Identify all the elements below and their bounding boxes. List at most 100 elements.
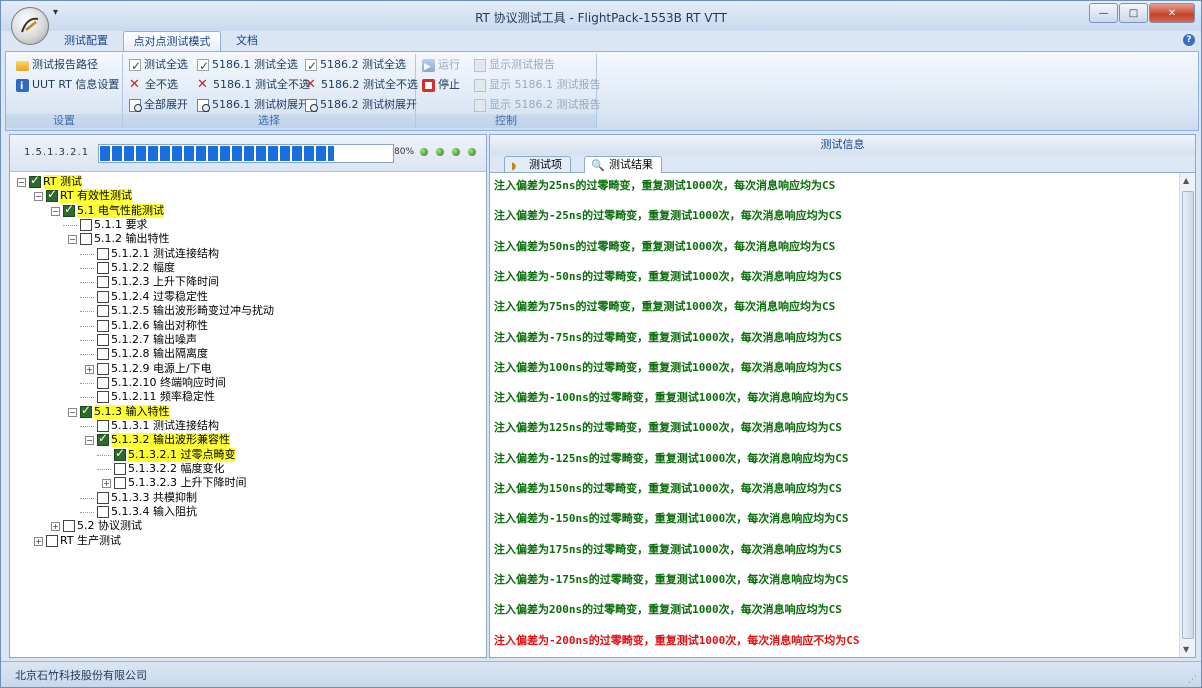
tree-checkbox[interactable]	[97, 276, 109, 289]
select-none-5186-1-button[interactable]: 5186.1 测试全不选	[197, 76, 310, 94]
expand-all-button[interactable]: 全部展开	[129, 96, 188, 114]
tree-checkbox[interactable]	[97, 506, 109, 519]
collapse-icon[interactable]: −	[85, 436, 94, 446]
tree-checkbox[interactable]	[80, 403, 92, 418]
collapse-icon[interactable]: −	[17, 178, 26, 187]
scroll-thumb[interactable]	[1182, 191, 1194, 639]
tree-checkbox[interactable]	[97, 305, 109, 318]
tree-checkbox[interactable]	[114, 446, 126, 461]
report-icon	[474, 98, 486, 112]
run-button[interactable]: 运行	[422, 56, 460, 76]
expand-5186-2-button[interactable]: 5186.2 测试树展开	[305, 96, 417, 114]
tree-checkbox[interactable]	[80, 219, 92, 232]
tree-node[interactable]: 5.1.3.1 测试连接结构	[97, 419, 219, 433]
tree-checkbox[interactable]	[114, 477, 126, 490]
tree-node[interactable]: 5.1.3.2.1 过零点畸变	[114, 446, 236, 462]
tree-node-label: 5.1.3.2.2 幅度变化	[128, 462, 225, 475]
tree-node[interactable]: 5.1.3.2.3 上升下降时间	[114, 476, 246, 490]
tree-node[interactable]: 5.1.2 输出特性	[80, 232, 170, 246]
stop-button[interactable]: 停止	[422, 76, 460, 94]
close-button[interactable]: ✕	[1149, 3, 1195, 23]
tree-checkbox[interactable]	[80, 233, 92, 246]
tree-checkbox[interactable]	[97, 262, 109, 275]
tree-node[interactable]: 5.1.2.1 测试连接结构	[97, 247, 219, 261]
tab-test-items[interactable]: ◗ 测试项	[504, 156, 571, 172]
scroll-down-icon[interactable]: ▼	[1183, 645, 1189, 654]
tree-node[interactable]: 5.1.2.6 输出对称性	[97, 319, 208, 333]
report-path-button[interactable]: 测试报告路径	[16, 56, 98, 74]
minimize-button[interactable]: —	[1089, 3, 1118, 23]
tree-checkbox[interactable]	[97, 362, 109, 375]
tree-node[interactable]: 5.1.2.8 输出隔离度	[97, 347, 208, 361]
tree-node[interactable]: 5.1.2.4 过零稳定性	[97, 290, 208, 304]
tree-node-label: 5.1.2.10 终端响应时间	[111, 375, 226, 389]
tree-checkbox[interactable]	[97, 348, 109, 361]
tree-checkbox[interactable]	[97, 247, 109, 260]
tree-checkbox[interactable]	[97, 319, 109, 332]
tree-node[interactable]: 5.1.3.2.2 幅度变化	[114, 462, 224, 476]
log-line: 注入偏差为75ns的过零畸变，重复测试1000次，每次消息响应均为CS	[494, 300, 836, 314]
select-none-5186-2-button[interactable]: 5186.2 测试全不选	[305, 76, 418, 94]
expand-icon[interactable]: +	[102, 479, 111, 489]
select-all-5186-1-button[interactable]: 5186.1 测试全选	[197, 56, 298, 75]
show-report-button[interactable]: 显示测试报告	[474, 56, 555, 74]
tree-node[interactable]: 5.1.3.4 输入阻抗	[97, 505, 197, 519]
tree-node[interactable]: RT 有效性测试	[46, 187, 133, 204]
tree-node-label: 5.1.2.4 过零稳定性	[111, 289, 208, 303]
expand-icon[interactable]: +	[85, 364, 94, 374]
tree-node[interactable]: 5.1.2.10 终端响应时间	[97, 376, 226, 390]
tab-p2p-mode[interactable]: 点对点测试模式	[123, 31, 221, 51]
tree-checkbox[interactable]	[97, 333, 109, 346]
tree-node[interactable]: RT 生产测试	[46, 534, 121, 548]
tree-connector	[80, 397, 94, 399]
tree-checkbox[interactable]	[29, 173, 41, 188]
tree-checkbox[interactable]	[63, 520, 75, 533]
app-menu-button[interactable]	[11, 7, 49, 45]
log-scrollbar[interactable]: ▲ ▼	[1179, 173, 1195, 657]
tree-node-label: 5.1.3.2.1 过零点畸变	[128, 447, 236, 462]
tree-checkbox[interactable]	[97, 376, 109, 389]
tree-node[interactable]: 5.1.3.3 共模抑制	[97, 491, 197, 505]
expand-icon[interactable]: +	[34, 536, 43, 546]
collapse-icon[interactable]: −	[68, 407, 77, 417]
maximize-button[interactable]: □	[1119, 3, 1148, 23]
resize-grip-icon[interactable]: ⋰	[1188, 675, 1197, 685]
scroll-up-icon[interactable]: ▲	[1183, 176, 1189, 185]
tree-checkbox[interactable]	[97, 431, 109, 447]
tree-checkbox[interactable]	[46, 187, 58, 203]
help-icon[interactable]: ?	[1183, 34, 1195, 46]
tree-checkbox[interactable]	[63, 202, 75, 217]
select-all-5186-2-button[interactable]: 5186.2 测试全选	[305, 56, 406, 75]
tab-test-results[interactable]: 🔍 测试结果	[584, 156, 662, 173]
collapse-icon[interactable]: −	[68, 235, 77, 245]
tab-test-config[interactable]: 测试配置	[55, 31, 117, 51]
collapse-icon[interactable]: −	[34, 192, 43, 202]
tree-checkbox[interactable]	[97, 290, 109, 303]
tree-node[interactable]: 5.1.2.11 频率稳定性	[97, 390, 215, 404]
expand-5186-1-button[interactable]: 5186.1 测试树展开	[197, 96, 309, 114]
tree-node[interactable]: 5.1.2.2 幅度	[97, 261, 175, 275]
show-5186-2-report-button[interactable]: 显示 5186.2 测试报告	[474, 96, 600, 114]
tree-checkbox[interactable]	[97, 419, 109, 432]
tree-checkbox[interactable]	[46, 534, 58, 547]
select-none-button[interactable]: 全不选	[129, 76, 178, 94]
tree-node[interactable]: 5.1 电气性能测试	[63, 202, 164, 218]
uut-rt-info-button[interactable]: UUT RT 信息设置	[16, 76, 119, 96]
check-icon	[305, 57, 317, 75]
show-5186-1-report-button[interactable]: 显示 5186.1 测试报告	[474, 76, 600, 94]
tree-node[interactable]: 5.1.2.3 上升下降时间	[97, 275, 219, 289]
tree-checkbox[interactable]	[114, 463, 126, 475]
test-info-header: 测试信息	[490, 135, 1195, 155]
tree-node[interactable]: 5.1.1 要求	[80, 218, 148, 232]
select-all-button[interactable]: 测试全选	[129, 56, 188, 75]
tree-node[interactable]: 5.1.2.7 输出噪声	[97, 333, 197, 347]
tree-node[interactable]: 5.2 协议测试	[63, 519, 142, 533]
tree-checkbox[interactable]	[97, 491, 109, 504]
tab-docs[interactable]: 文档	[227, 31, 267, 51]
tree-node[interactable]: 5.1.2.9 电源上/下电	[97, 362, 212, 376]
tree-checkbox[interactable]	[97, 391, 109, 404]
tree-node[interactable]: 5.1.2.5 输出波形畸变过冲与扰动	[97, 304, 274, 318]
collapse-icon[interactable]: −	[51, 206, 60, 216]
expand-icon[interactable]: +	[51, 522, 60, 532]
tree-node[interactable]: 5.1.3 输入特性	[80, 403, 170, 419]
